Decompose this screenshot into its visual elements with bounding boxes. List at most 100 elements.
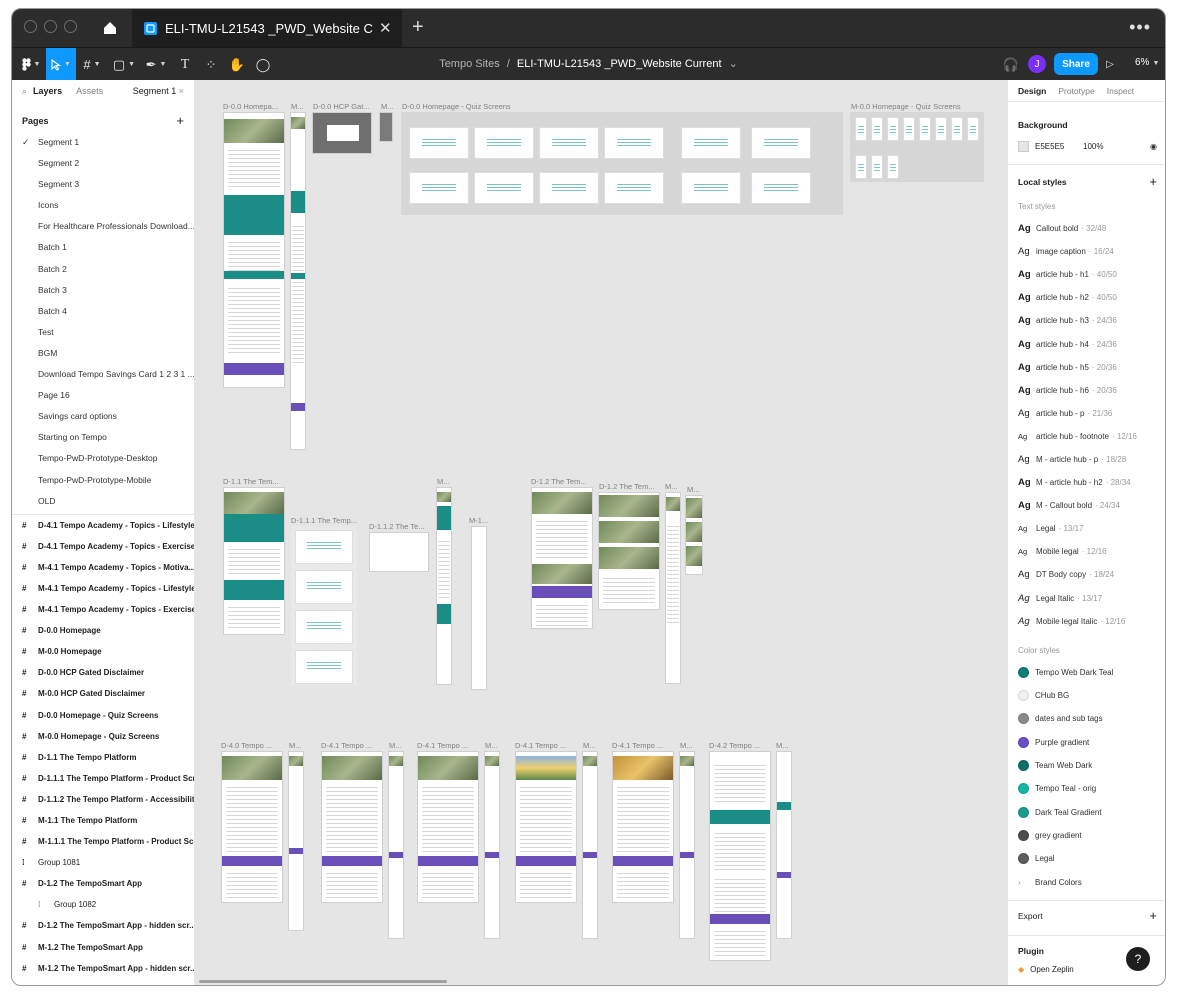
frame-label-m41d[interactable]: M... bbox=[680, 741, 693, 750]
quiz-card[interactable] bbox=[474, 172, 534, 204]
frame-label-m40[interactable]: M... bbox=[289, 741, 302, 750]
canvas[interactable]: D-0.0 Homepa... M... D-0.0 HCP Gat... M.… bbox=[195, 80, 1007, 985]
frame-label-m41c[interactable]: M... bbox=[583, 741, 596, 750]
color-style-item[interactable]: grey gradient bbox=[1008, 824, 1165, 847]
present-button[interactable]: ▷ bbox=[1102, 48, 1118, 81]
avatar[interactable]: J bbox=[1028, 55, 1046, 73]
tab-assets[interactable]: Assets bbox=[76, 86, 103, 96]
quiz-card[interactable] bbox=[604, 127, 664, 159]
quiz-card[interactable] bbox=[539, 127, 599, 159]
layer-item[interactable]: ⁞ Group 1082 bbox=[12, 894, 194, 915]
page-item[interactable]: Tempo-PwD-Prototype-Mobile bbox=[12, 470, 194, 491]
layer-item[interactable]: # D-4.1 Tempo Academy - Topics - Lifestyl… bbox=[12, 515, 194, 536]
quiz-card[interactable] bbox=[935, 117, 947, 141]
text-style-item[interactable]: Ag article hub - h2 · 40/50 bbox=[1008, 286, 1165, 309]
text-style-item[interactable]: Ag image caption · 16/24 bbox=[1008, 240, 1165, 263]
quiz-card[interactable] bbox=[681, 172, 741, 204]
page-item[interactable]: Test bbox=[12, 322, 194, 343]
audio-button[interactable]: 🎧 bbox=[1000, 48, 1022, 81]
home-button[interactable] bbox=[90, 9, 130, 47]
frame-label-m12[interactable]: M... bbox=[665, 482, 678, 491]
frame-label-d112[interactable]: D-1.1.2 The Te... bbox=[369, 522, 425, 531]
horizontal-scrollbar[interactable] bbox=[199, 980, 447, 983]
frame-m41-academy-topic[interactable] bbox=[582, 751, 598, 939]
layer-item[interactable]: # D-1.1.2 The Tempo Platform - Accessibil… bbox=[12, 789, 194, 810]
quiz-card[interactable] bbox=[409, 172, 469, 204]
frame-label-m11[interactable]: M... bbox=[437, 477, 450, 486]
layer-item[interactable]: # M-4.1 Tempo Academy - Topics - Lifestyl… bbox=[12, 578, 194, 599]
new-tab-icon[interactable]: + bbox=[412, 17, 424, 37]
layer-item[interactable]: # M-1.2 The TempoSmart App bbox=[12, 937, 194, 958]
help-button[interactable]: ? bbox=[1126, 947, 1150, 971]
quiz-card[interactable] bbox=[871, 155, 883, 179]
frame-d41-academy-topic[interactable] bbox=[515, 751, 577, 903]
frame-label-m41a[interactable]: M... bbox=[389, 741, 402, 750]
text-style-item[interactable]: Ag M - article hub - h2 · 28/34 bbox=[1008, 471, 1165, 494]
layer-item[interactable]: # D-0.0 Homepage - Quiz Screens bbox=[12, 705, 194, 726]
color-style-item[interactable]: dates and sub tags bbox=[1008, 707, 1165, 730]
text-style-item[interactable]: Ag DT Body copy · 18/24 bbox=[1008, 563, 1165, 586]
layer-item[interactable]: # M-4.1 Tempo Academy - Topics - Exercise bbox=[12, 599, 194, 620]
page-item[interactable]: BGM bbox=[12, 343, 194, 364]
frame-label-m111[interactable]: M-1... bbox=[469, 516, 488, 525]
frame-m41-academy-topic[interactable] bbox=[388, 751, 404, 939]
layer-item[interactable]: # M-4.1 Tempo Academy - Topics - Motiva..… bbox=[12, 557, 194, 578]
frame-label-d41d[interactable]: D-4.1 Tempo ... bbox=[612, 741, 663, 750]
layer-item[interactable]: # D-1.2 The TempoSmart App - hidden scr..… bbox=[12, 915, 194, 936]
color-style-item[interactable]: Tempo Web Dark Teal bbox=[1008, 661, 1165, 684]
export-section-header[interactable]: Export + bbox=[1008, 908, 1165, 923]
color-style-item[interactable]: Purple gradient bbox=[1008, 731, 1165, 754]
chevron-down-icon[interactable]: ⌄ bbox=[729, 58, 738, 70]
frame-d41-academy-topic[interactable] bbox=[417, 751, 479, 903]
frame-m41-academy-topic[interactable] bbox=[484, 751, 500, 939]
page-item[interactable]: Batch 3 bbox=[12, 280, 194, 301]
layer-item[interactable]: # D-1.2 The TempoSmart App bbox=[12, 873, 194, 894]
page-item[interactable]: Icons bbox=[12, 195, 194, 216]
quiz-card[interactable] bbox=[409, 127, 469, 159]
close-window-button[interactable] bbox=[24, 20, 37, 33]
zoom-level[interactable]: 6% ▼ bbox=[1135, 57, 1159, 68]
background-fill-row[interactable]: E5E5E5 100% ◉ bbox=[1008, 136, 1165, 156]
share-button[interactable]: Share bbox=[1054, 53, 1098, 75]
quiz-card[interactable] bbox=[539, 172, 599, 204]
color-style-item[interactable]: Legal bbox=[1008, 847, 1165, 870]
frame-label-d42[interactable]: D-4.2 Tempo ... bbox=[709, 741, 760, 750]
text-style-item[interactable]: Ag Mobile legal · 12/16 bbox=[1008, 540, 1165, 563]
text-style-item[interactable]: Ag Legal · 13/17 bbox=[1008, 517, 1165, 540]
frame-d00-homepage[interactable] bbox=[223, 112, 285, 388]
page-item[interactable]: ✓ Segment 1 bbox=[12, 132, 194, 153]
tab-design[interactable]: Design bbox=[1018, 86, 1046, 96]
frame-d00-hcp-gated-disclaimer[interactable] bbox=[312, 112, 372, 154]
frame-label-d11[interactable]: D-1.1 The Tem... bbox=[223, 477, 279, 486]
frame-label-d111[interactable]: D-1.1.1 The Temp... bbox=[291, 516, 357, 525]
layer-item[interactable]: # D-1.1.1 The Tempo Platform - Product Sc… bbox=[12, 768, 194, 789]
more-icon[interactable]: ••• bbox=[1129, 17, 1151, 38]
page-item[interactable]: Batch 2 bbox=[12, 259, 194, 280]
color-style-item[interactable]: Team Web Dark bbox=[1008, 754, 1165, 777]
maximize-window-button[interactable] bbox=[64, 20, 77, 33]
brand-colors-group[interactable]: › Brand Colors bbox=[1008, 870, 1165, 893]
frame-d12-temposmart-app[interactable] bbox=[531, 487, 593, 629]
layer-item[interactable]: # D-1.1 The Tempo Platform bbox=[12, 747, 194, 768]
background-swatch[interactable] bbox=[1018, 140, 1029, 152]
layer-item[interactable]: # M-1.1.1 The Tempo Platform - Product Sc… bbox=[12, 831, 194, 852]
tab-layers[interactable]: Layers bbox=[33, 86, 62, 96]
quiz-card[interactable] bbox=[855, 155, 867, 179]
layer-item[interactable]: # M-0.0 Homepage bbox=[12, 641, 194, 662]
frame-m41-academy-topic[interactable] bbox=[679, 751, 695, 939]
text-style-item[interactable]: Ag article hub - footnote · 12/16 bbox=[1008, 425, 1165, 448]
frame-label-m00-quiz[interactable]: M-0.0 Homepage - Quiz Screens bbox=[851, 102, 961, 111]
frame-label-d40[interactable]: D-4.0 Tempo ... bbox=[221, 741, 272, 750]
text-style-item[interactable]: Ag M - article hub - p · 18/28 bbox=[1008, 448, 1165, 471]
frame-label-d00-hcp[interactable]: D-0.0 HCP Gat... bbox=[313, 102, 370, 111]
frame-label-m12-hidden[interactable]: M... bbox=[687, 485, 700, 494]
current-page-selector[interactable]: Segment 1 × bbox=[133, 86, 184, 96]
quiz-card[interactable] bbox=[604, 172, 664, 204]
layer-item[interactable]: # M-1.1 The Tempo Platform bbox=[12, 810, 194, 831]
quiz-card[interactable] bbox=[855, 117, 867, 141]
text-style-item[interactable]: Ag article hub - h6 · 20/36 bbox=[1008, 379, 1165, 402]
layer-item[interactable]: # M-0.0 HCP Gated Disclaimer bbox=[12, 683, 194, 704]
color-style-item[interactable]: CHub BG bbox=[1008, 684, 1165, 707]
frame-label-m41b[interactable]: M... bbox=[485, 741, 498, 750]
frame-m40-tempo-academy[interactable] bbox=[288, 751, 304, 931]
